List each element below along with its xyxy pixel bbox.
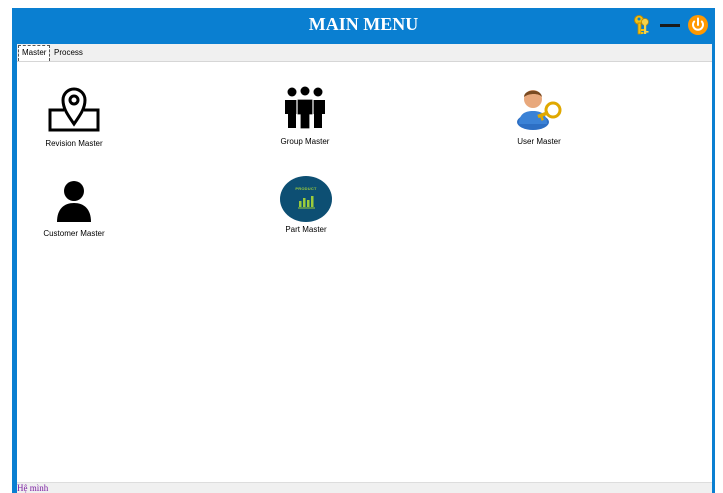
tab-process[interactable]: Process	[51, 46, 86, 60]
group-people-icon	[285, 86, 325, 130]
minimize-icon[interactable]	[657, 12, 683, 38]
product-badge-text: PRODUCT	[295, 186, 317, 191]
part-master-tile[interactable]: PRODUCT Part Master	[278, 175, 334, 234]
user-master-tile[interactable]: User Master	[509, 84, 569, 146]
customer-master-label: Customer Master	[43, 229, 105, 238]
main-window: MAIN MENU Master Process Revision Master…	[12, 8, 715, 493]
status-bar: Hệ mình	[17, 482, 712, 493]
window-title: MAIN MENU	[308, 14, 419, 34]
person-icon	[57, 181, 91, 222]
revision-master-label: Revision Master	[45, 139, 103, 148]
customer-master-tile[interactable]: Customer Master	[42, 180, 106, 238]
user-key-icon	[517, 90, 562, 130]
content-area: Master Process Revision Master Group Mas…	[17, 44, 712, 493]
revision-master-tile[interactable]: Revision Master	[44, 84, 104, 148]
tab-master[interactable]: Master	[18, 45, 51, 61]
tab-strip: Master Process	[17, 44, 712, 62]
user-master-label: User Master	[517, 137, 561, 146]
title-tools	[629, 11, 711, 39]
title-bar: MAIN MENU	[12, 8, 715, 42]
location-pin-icon	[48, 87, 100, 132]
power-icon[interactable]	[685, 12, 711, 38]
status-text: Hệ mình	[17, 483, 49, 493]
keys-icon[interactable]	[629, 12, 655, 38]
group-master-tile[interactable]: Group Master	[275, 86, 335, 146]
part-master-label: Part Master	[285, 225, 327, 234]
group-master-label: Group Master	[280, 137, 330, 146]
product-icon: PRODUCT	[279, 175, 333, 223]
